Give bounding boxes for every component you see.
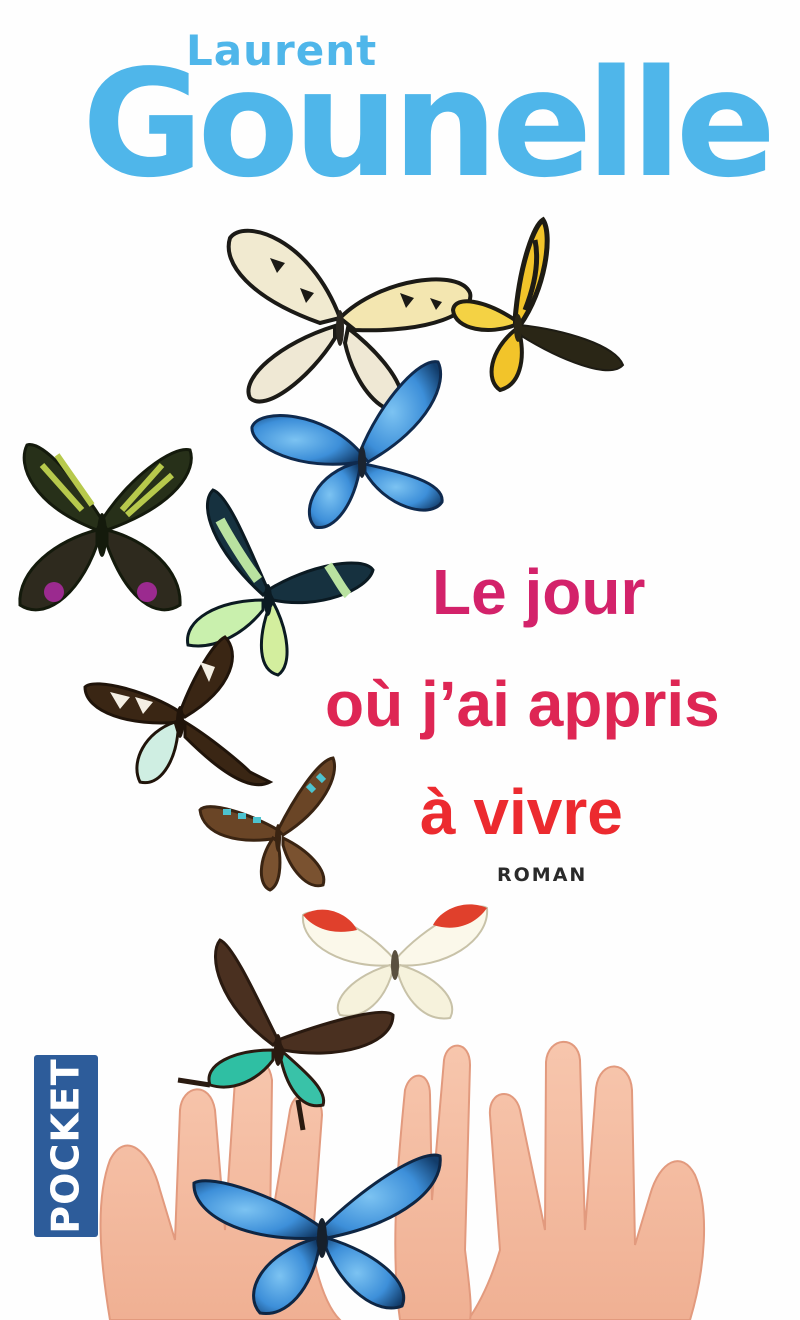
publisher-logo: POCKET — [34, 1055, 98, 1237]
green-black-moth — [18, 443, 193, 612]
teal-spotted-butterfly — [198, 756, 336, 892]
yellow-swallowtail-butterfly — [450, 216, 625, 393]
orange-tip-white-butterfly — [301, 904, 489, 1020]
author-last-name: Gounelle — [82, 38, 776, 210]
genre-label: ROMAN — [497, 864, 588, 886]
brown-white-swallowtail-butterfly — [83, 635, 274, 787]
publisher-name: POCKET — [44, 1058, 88, 1234]
book-cover: Laurent Gounelle Le jour où j’ai appris … — [0, 0, 800, 1320]
